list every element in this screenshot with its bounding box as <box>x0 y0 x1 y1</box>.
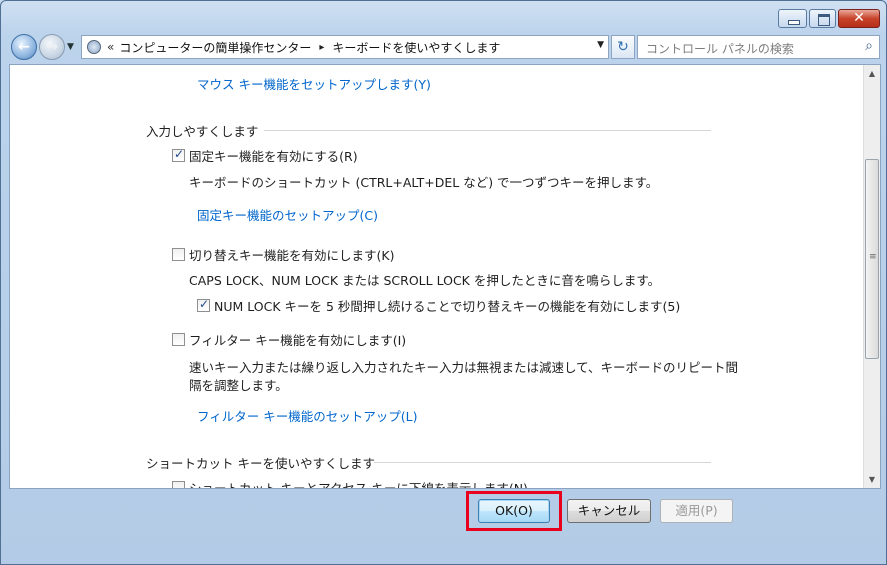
forward-button[interactable]: → <box>39 34 65 60</box>
breadcrumb-keyboard-page[interactable]: キーボードを使いやすくします <box>332 39 500 56</box>
navigation-bar: ← → ▼ « コンピューターの簡単操作センター ▸ キーボードを使いやすくしま… <box>9 32 880 62</box>
search-icon[interactable]: ⌕ <box>865 38 873 54</box>
close-icon: ✕ <box>853 10 865 26</box>
cancel-button[interactable]: キャンセル <box>567 499 651 523</box>
sticky-keys-label[interactable]: 固定キー機能を有効にする(R) <box>189 146 358 165</box>
filter-keys-checkbox[interactable] <box>172 333 185 346</box>
filter-keys-option[interactable]: フィルター キー機能を有効にします(I) <box>172 330 406 349</box>
mouse-keys-setup-link[interactable]: マウス キー機能をセットアップします(Y) <box>197 74 431 93</box>
recent-pages-dropdown[interactable]: ▼ <box>67 42 74 52</box>
section-title-typing: 入力しやすくします <box>146 124 259 139</box>
search-input[interactable]: コントロール パネルの検索 ⌕ <box>637 35 880 59</box>
caption-buttons: ✕ <box>778 9 880 28</box>
filter-keys-setup-link[interactable]: フィルター キー機能のセットアップ(L) <box>197 406 417 425</box>
numlock-toggle-label[interactable]: NUM LOCK キーを 5 秒間押し続けることで切り替えキーの機能を有効にしま… <box>214 296 680 315</box>
filter-keys-label[interactable]: フィルター キー機能を有効にします(I) <box>189 330 406 349</box>
grip-icon: ≡ <box>869 252 877 262</box>
section-divider <box>374 462 711 463</box>
sticky-keys-checkbox[interactable] <box>172 147 185 162</box>
toggle-keys-checkbox[interactable] <box>172 248 185 261</box>
numlock-toggle-checkbox[interactable] <box>197 297 210 312</box>
ok-button[interactable]: OK(O) <box>478 499 550 523</box>
forward-arrow-icon: → <box>46 39 58 55</box>
apply-button[interactable]: 適用(P) <box>660 499 733 523</box>
maximize-button[interactable] <box>809 9 836 28</box>
scrollbar-thumb[interactable]: ≡ <box>865 159 879 359</box>
control-panel-icon <box>87 40 101 54</box>
scroll-up-arrow-icon[interactable]: ▲ <box>864 65 880 82</box>
scroll-down-arrow-icon[interactable]: ▼ <box>864 471 880 488</box>
address-dropdown-icon[interactable]: ▼ <box>597 40 604 50</box>
filter-keys-description-line2: 隔を調整します。 <box>189 378 288 393</box>
close-button[interactable]: ✕ <box>838 9 880 28</box>
filter-keys-description-line1: 速いキー入力または繰り返し入力されたキー入力は無視または減速して、キーボードのリ… <box>189 360 739 375</box>
back-arrow-icon: ← <box>18 39 30 55</box>
settings-content: マウス キー機能をセットアップします(Y) 入力しやすくします 固定キー機能を有… <box>9 64 881 489</box>
sticky-keys-setup-link[interactable]: 固定キー機能のセットアップ(C) <box>197 205 378 224</box>
section-divider <box>264 130 711 131</box>
back-button[interactable]: ← <box>11 34 37 60</box>
section-header-typing: 入力しやすくします <box>146 121 711 139</box>
sticky-keys-description: キーボードのショートカット (CTRL+ALT+DEL など) で一つずつキーを… <box>189 175 659 190</box>
vertical-scrollbar[interactable]: ▲ ≡ ▼ <box>863 65 880 488</box>
window-bottom-frame <box>1 533 886 564</box>
numlock-toggle-option[interactable]: NUM LOCK キーを 5 秒間押し続けることで切り替えキーの機能を有効にしま… <box>197 296 680 315</box>
section-header-shortcut: ショートカット キーを使いやすくします <box>146 453 711 471</box>
dialog-button-bar: OK(O) キャンセル 適用(P) <box>1 491 886 531</box>
sticky-keys-option[interactable]: 固定キー機能を有効にする(R) <box>172 146 358 165</box>
refresh-button[interactable]: ↻ <box>611 35 635 59</box>
toggle-keys-label[interactable]: 切り替えキー機能を有効にします(K) <box>189 245 394 264</box>
minimize-button[interactable] <box>778 9 807 28</box>
underline-shortcuts-checkbox[interactable] <box>172 481 185 488</box>
underline-shortcuts-label[interactable]: ショートカット キーとアクセス キーに下線を表示します(N) <box>189 478 528 488</box>
breadcrumb-ease-of-access-center[interactable]: コンピューターの簡単操作センター <box>119 39 311 56</box>
refresh-icon: ↻ <box>617 39 629 55</box>
control-panel-window: ✕ ← → ▼ « コンピューターの簡単操作センター ▸ キーボードを使いやすく… <box>0 0 887 565</box>
breadcrumb-overflow-chevron[interactable]: « <box>107 40 114 54</box>
search-placeholder: コントロール パネルの検索 <box>646 42 794 56</box>
toggle-keys-option[interactable]: 切り替えキー機能を有効にします(K) <box>172 245 394 264</box>
section-title-shortcut: ショートカット キーを使いやすくします <box>146 456 375 471</box>
address-bar[interactable]: « コンピューターの簡単操作センター ▸ キーボードを使いやすくします ▼ <box>81 35 609 59</box>
toggle-keys-description: CAPS LOCK、NUM LOCK または SCROLL LOCK を押したと… <box>189 273 661 288</box>
underline-shortcuts-option[interactable]: ショートカット キーとアクセス キーに下線を表示します(N) <box>172 478 528 488</box>
breadcrumb-separator-icon[interactable]: ▸ <box>319 42 324 53</box>
